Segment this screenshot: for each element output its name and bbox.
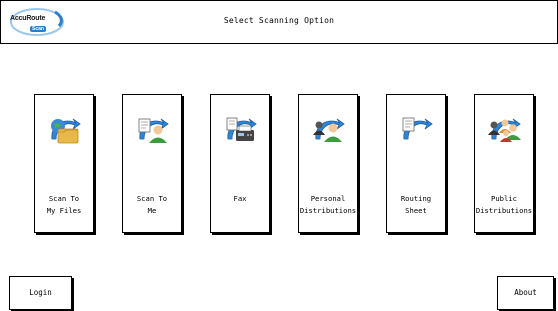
public-distributions-button[interactable]: Public Distributions [474,94,534,233]
about-button[interactable]: About [497,276,554,310]
routing-sheet-button[interactable]: Routing Sheet [386,94,446,233]
user-document-icon [134,113,170,149]
personal-distributions-button[interactable]: Personal Distributions [298,94,358,233]
public-distribution-icon [486,113,522,149]
tile-label: Scan To Me [136,194,168,215]
header-bar: AccuRoute Scan Select Scanning Option [0,0,558,44]
login-button[interactable]: Login [9,276,72,310]
scan-to-my-files-button[interactable]: Scan To My Files [34,94,94,233]
tile-label: Personal Distributions [299,194,357,215]
logo-subtext: Scan [30,26,46,32]
tile-label: Scan To My Files [46,194,82,215]
personal-distribution-icon [310,113,346,149]
page-title: Select Scanning Option [223,16,335,25]
tile-label: Public Distributions [475,194,533,215]
scan-to-me-button[interactable]: Scan To Me [122,94,182,233]
fax-machine-icon [222,113,258,149]
fax-button[interactable]: Fax [210,94,270,233]
tile-label: Fax [233,194,247,203]
tile-label: Routing Sheet [400,194,432,215]
routing-sheet-icon [398,113,434,149]
folder-globe-icon [46,113,82,149]
